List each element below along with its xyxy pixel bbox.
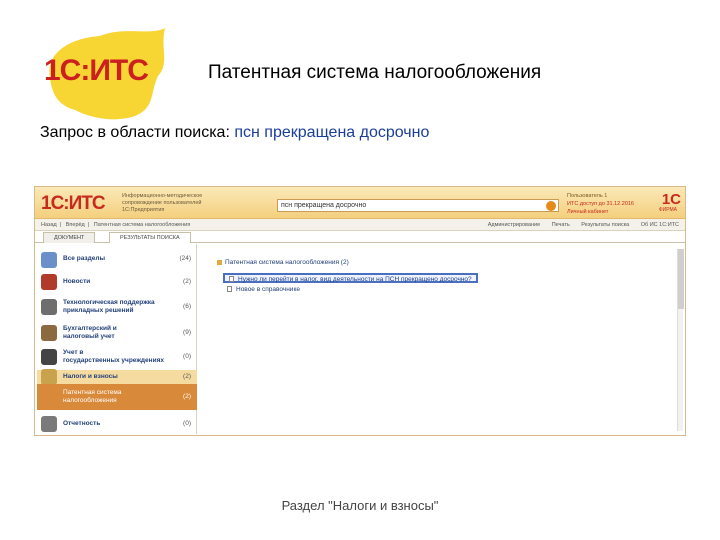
sidebar: Все разделы (24) Новости (2) Технологиче… [37, 244, 197, 434]
sidebar-item-label: Патентная система налогообложения [63, 389, 122, 404]
result-item-label: Новое в справочнике [236, 286, 300, 293]
toolbar-actions: Администрирование Печать Результаты поис… [478, 222, 679, 228]
document-icon [229, 276, 234, 283]
slide-caption: Раздел "Налоги и взносы" [281, 498, 439, 513]
tab-bar: ДОКУМЕНТ РЕЗУЛЬТАТЫ ПОИСКА [35, 231, 685, 243]
result-item-label: Нужно ли перейти в налог. вид деятельнос… [238, 276, 472, 283]
sidebar-item-count: (0) [183, 353, 191, 360]
search-input[interactable]: псн прекращена досрочно [277, 199, 559, 212]
sidebar-item-label: Учет в государственных учреждениях [63, 349, 165, 364]
logo-text: 1С:ИТС [44, 54, 149, 87]
sidebar-item-patent-system[interactable]: Патентная система налогообложения (2) [37, 384, 197, 410]
tab-document[interactable]: ДОКУМЕНТ [43, 232, 96, 243]
result-item-selected[interactable]: Нужно ли перейти в налог. вид деятельнос… [223, 273, 478, 283]
personal-cabinet-link[interactable]: Личный кабинет [567, 208, 651, 216]
corner-logo: 1С [661, 191, 681, 208]
breadcrumb[interactable]: Патентная система налогообложения [94, 222, 190, 228]
query-label: Запрос в области поиска: [40, 124, 230, 141]
magnifier-icon [41, 252, 57, 268]
sidebar-item-reporting[interactable]: Отчетность (0) [37, 414, 197, 434]
sidebar-item-taxes[interactable]: Налоги и взносы (2) [37, 369, 197, 385]
sidebar-item-count: (9) [183, 329, 191, 336]
user-name: Пользователь 1 [567, 193, 608, 199]
sidebar-item-count: (2) [183, 393, 191, 400]
search-results: Патентная система налогообложения (2) Ну… [209, 249, 673, 429]
forward-button[interactable]: Вперёд [66, 222, 85, 228]
sidebar-item-accounting[interactable]: Бухгалтерский и налоговый учет (9) [37, 322, 197, 346]
gear-icon [41, 299, 57, 315]
eagle-icon [41, 349, 57, 365]
app-logo[interactable]: 1С:ИТС [41, 193, 106, 215]
sidebar-item-label: Отчетность [63, 420, 101, 427]
header-description: Информационно-методическое сопровождение… [122, 193, 262, 214]
about-button[interactable]: Об ИС 1С:ИТС [641, 222, 679, 228]
toolbar-nav: Назад | Вперёд | Патентная система налогоо… [41, 222, 191, 228]
sidebar-item-count: (6) [183, 303, 191, 310]
sidebar-item-news[interactable]: Новости (2) [37, 272, 197, 294]
user-info: Пользователь 1 ИТС доступ до 31.12.2016 … [567, 192, 651, 216]
sidebar-item-label: Новости [63, 278, 91, 285]
calendar-icon [41, 274, 57, 290]
toolbar: Назад | Вперёд | Патентная система налогоо… [35, 219, 685, 231]
sidebar-item-count: (0) [183, 420, 191, 427]
header-desc-line: Информационно-методическое [122, 193, 203, 199]
print-button[interactable]: Печать [552, 222, 570, 228]
app-header: 1С:ИТС Информационно-методическое сопров… [35, 187, 685, 219]
app-screenshot: 1С:ИТС Информационно-методическое сопров… [34, 186, 686, 436]
slide-title: Патентная система налогообложения [208, 62, 542, 83]
query-line: Запрос в области поиска: псн прекращена … [40, 124, 429, 142]
query-text: псн прекращена досрочно [234, 124, 430, 141]
sidebar-item-all[interactable]: Все разделы (24) [37, 250, 197, 270]
sidebar-item-count: (2) [183, 373, 191, 380]
document-icon [227, 286, 232, 293]
result-item[interactable]: Новое в справочнике [223, 285, 304, 295]
sidebar-item-count: (2) [183, 278, 191, 285]
admin-button[interactable]: Администрирование [488, 222, 540, 228]
sidebar-item-count: (24) [179, 255, 191, 262]
scrollbar-thumb[interactable] [678, 249, 684, 309]
header-desc-line: сопровождение пользователей [122, 200, 202, 206]
sidebar-item-label: Налоги и взносы [63, 373, 118, 380]
slide-logo: 1С:ИТС [30, 18, 180, 128]
access-date: ИТС доступ до 31.12.2016 [567, 201, 634, 207]
header-desc-line: 1С:Предприятия [122, 207, 165, 213]
results-scrollbar[interactable] [677, 249, 684, 431]
sidebar-item-label: Все разделы [63, 255, 106, 262]
sidebar-item-label: Бухгалтерский и налоговый учет [63, 325, 117, 340]
search-results-button[interactable]: Результаты поиска [581, 222, 629, 228]
sidebar-item-label: Технологическая поддержка прикладных реше… [63, 299, 155, 314]
corner-logo-tag: ФИРМА [658, 207, 677, 213]
tab-search-results[interactable]: РЕЗУЛЬТАТЫ ПОИСКА [109, 232, 191, 243]
coins-icon [41, 369, 57, 385]
result-group-title[interactable]: Патентная система налогообложения (2) [217, 259, 349, 266]
sidebar-item-gov-accounting[interactable]: Учет в государственных учреждениях (0) [37, 346, 197, 370]
report-icon [41, 416, 57, 432]
books-icon [41, 325, 57, 341]
search-go-icon[interactable] [546, 201, 556, 211]
sidebar-item-tech-support[interactable]: Технологическая поддержка прикладных реше… [37, 296, 197, 320]
back-button[interactable]: Назад [41, 222, 57, 228]
